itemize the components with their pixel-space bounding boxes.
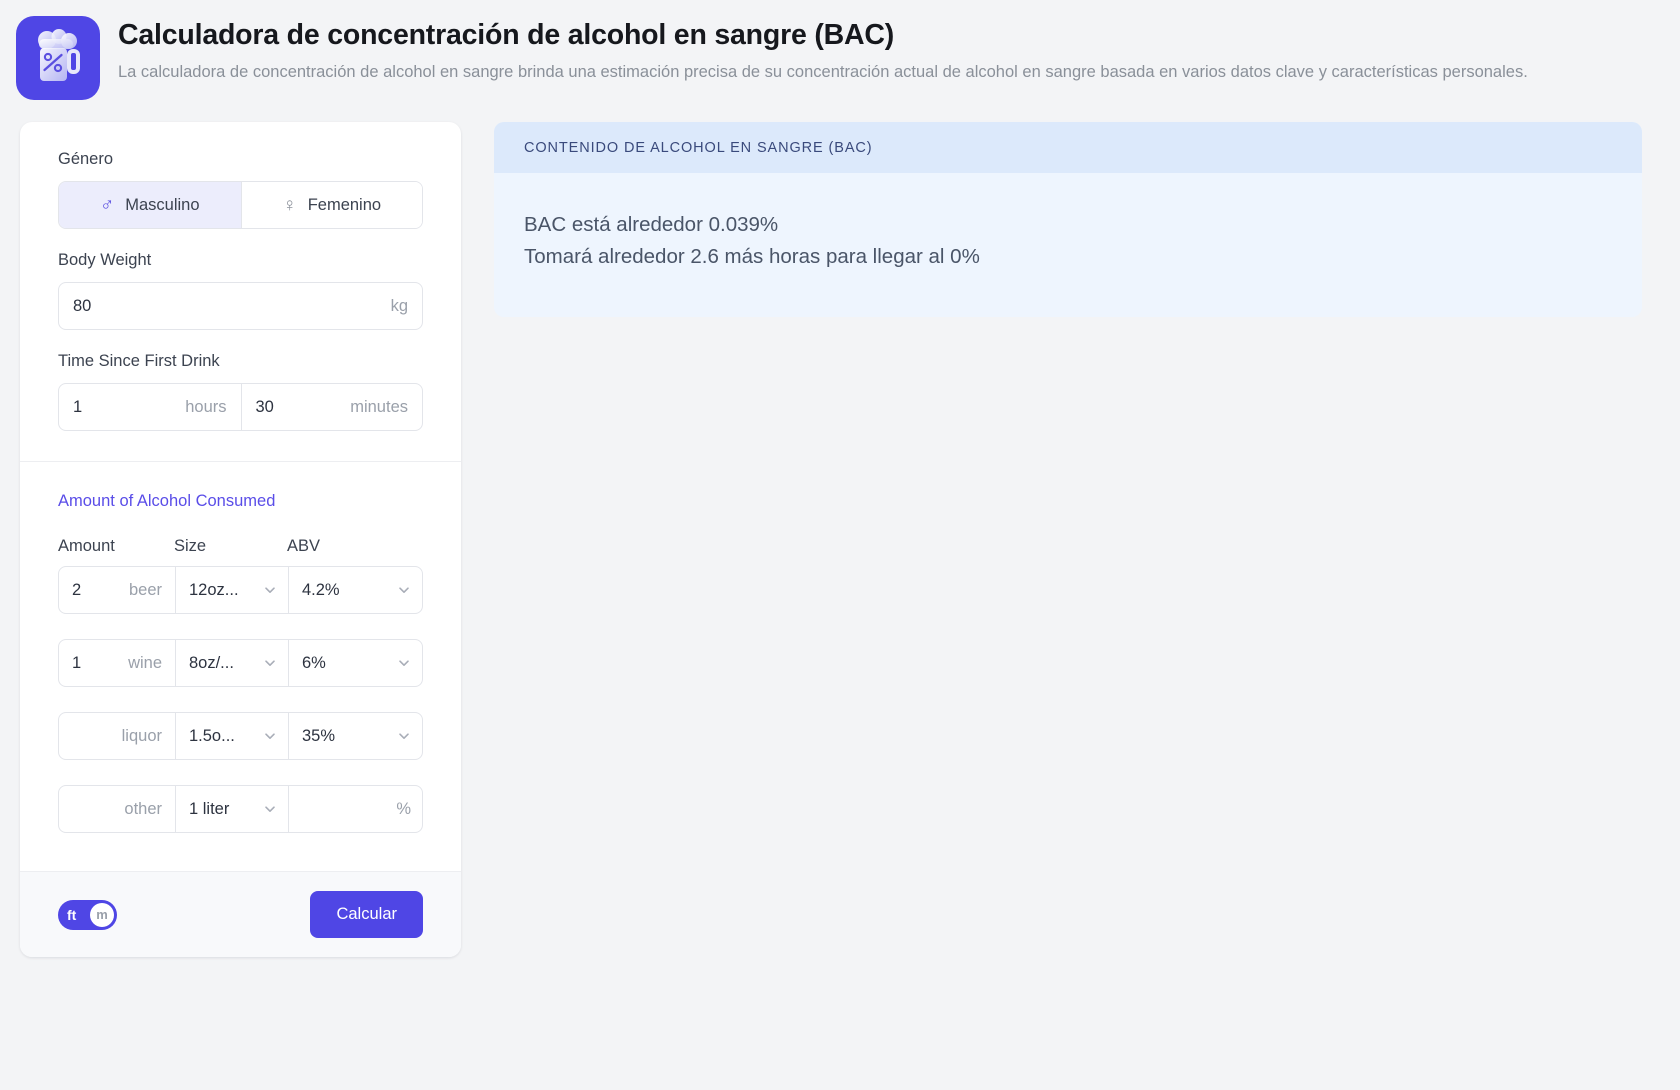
chevron-down-icon — [397, 656, 411, 670]
main-layout: Género ♂ Masculino ♀ Femenino Body Weigh… — [0, 100, 1680, 957]
body-weight-label: Body Weight — [58, 251, 152, 269]
drink-amount-input-wine[interactable] — [72, 653, 112, 673]
time-inputs-row: hours minutes — [58, 383, 423, 431]
drink-size-value-other: 1 liter — [189, 799, 230, 818]
personal-details-section: Género ♂ Masculino ♀ Femenino Body Weigh… — [20, 122, 461, 461]
time-since-first-drink-label: Time Since First Drink — [58, 352, 220, 370]
minutes-input[interactable] — [255, 397, 343, 417]
gender-option-female[interactable]: ♀ Femenino — [240, 182, 422, 228]
alcohol-consumed-section: Amount of Alcohol Consumed Amount Size A… — [20, 462, 461, 871]
drink-abv-select-beer[interactable]: 4.2% — [288, 567, 422, 613]
female-symbol-icon: ♀ — [282, 194, 297, 216]
chevron-down-icon — [263, 583, 277, 597]
result-panel-body: BAC está alrededor 0.039% Tomará alreded… — [494, 173, 1642, 317]
gender-label: Género — [58, 150, 114, 168]
hours-unit-label: hours — [185, 397, 227, 416]
unit-toggle-knob: m — [90, 902, 114, 927]
drink-abv-select-wine[interactable]: 6% — [288, 640, 422, 686]
chevron-down-icon — [263, 656, 277, 670]
minutes-unit-label: minutes — [350, 397, 408, 416]
drink-type-label-liquor: liquor — [121, 726, 162, 745]
drink-abv-input-other[interactable]: % — [288, 786, 422, 832]
chevron-down-icon — [263, 802, 277, 816]
hours-input[interactable] — [73, 397, 178, 417]
body-weight-field: Body Weight kg — [58, 251, 423, 330]
result-panel: CONTENIDO DE ALCOHOL EN SANGRE (BAC) BAC… — [494, 122, 1642, 317]
table-row: beer 12oz... 4.2% — [58, 566, 423, 614]
drink-type-label-beer: beer — [128, 580, 162, 599]
gender-field: Género ♂ Masculino ♀ Femenino — [58, 150, 423, 229]
unit-toggle-ft-label: ft — [67, 906, 77, 923]
drink-amount-cell-wine[interactable]: wine — [59, 640, 175, 686]
result-bac-line: BAC está alrededor 0.039% — [524, 213, 779, 236]
amount-of-alcohol-consumed-label[interactable]: Amount of Alcohol Consumed — [58, 492, 423, 511]
drink-amount-cell-beer[interactable]: beer — [59, 567, 175, 613]
hours-cell[interactable]: hours — [59, 384, 241, 430]
drink-size-value-liquor: 1.5o... — [189, 726, 235, 745]
time-since-first-drink-field: Time Since First Drink hours minutes — [58, 352, 423, 431]
result-panel-header: CONTENIDO DE ALCOHOL EN SANGRE (BAC) — [494, 122, 1642, 173]
male-symbol-icon: ♂ — [99, 194, 115, 216]
calculate-button[interactable]: Calcular — [310, 891, 423, 938]
page-header: Calculadora de concentración de alcohol … — [0, 0, 1680, 100]
drink-size-select-wine[interactable]: 8oz/... — [175, 640, 288, 686]
column-header-size: Size — [174, 537, 207, 555]
table-row: other 1 liter % — [58, 785, 423, 833]
drink-amount-input-beer[interactable] — [72, 580, 112, 600]
percent-suffix-label: % — [396, 799, 412, 818]
body-weight-unit: kg — [390, 296, 408, 315]
drink-size-value-beer: 12oz... — [189, 580, 239, 599]
body-weight-input-wrapper[interactable]: kg — [58, 282, 423, 330]
beer-mug-percent-icon — [16, 16, 100, 100]
column-header-abv: ABV — [287, 537, 321, 555]
drink-abv-value-liquor: 35% — [302, 726, 336, 745]
drink-amount-input-liquor[interactable] — [72, 726, 112, 746]
chevron-down-icon — [397, 583, 411, 597]
drink-size-value-wine: 8oz/... — [189, 653, 234, 672]
drink-abv-value-beer: 4.2% — [302, 580, 340, 599]
drink-size-select-beer[interactable]: 12oz... — [175, 567, 288, 613]
drink-type-label-wine: wine — [128, 653, 162, 672]
gender-segmented-control[interactable]: ♂ Masculino ♀ Femenino — [58, 181, 423, 229]
drink-type-label-other: other — [124, 799, 162, 818]
drink-size-select-liquor[interactable]: 1.5o... — [175, 713, 288, 759]
drink-size-select-other[interactable]: 1 liter — [175, 786, 288, 832]
gender-option-female-label: Femenino — [307, 195, 382, 214]
table-row: liquor 1.5o... 35% — [58, 712, 423, 760]
gender-option-male-label: Masculino — [125, 195, 200, 214]
table-row: wine 8oz/... 6% — [58, 639, 423, 687]
minutes-cell[interactable]: minutes — [240, 384, 423, 430]
card-footer: ft m Calcular — [20, 871, 461, 957]
drink-amount-cell-other[interactable]: other — [59, 786, 175, 832]
drink-abv-select-liquor[interactable]: 35% — [288, 713, 422, 759]
body-weight-input[interactable] — [73, 296, 383, 316]
drinks-table-header: Amount Size ABV — [58, 537, 423, 556]
drink-amount-cell-liquor[interactable]: liquor — [59, 713, 175, 759]
page-title: Calculadora de concentración de alcohol … — [118, 19, 895, 51]
unit-system-toggle[interactable]: ft m — [58, 899, 117, 930]
gender-option-male[interactable]: ♂ Masculino — [59, 182, 241, 228]
page-description: La calculadora de concentración de alcoh… — [118, 62, 1528, 81]
chevron-down-icon — [397, 729, 411, 743]
column-header-amount: Amount — [58, 537, 115, 555]
calculator-card: Género ♂ Masculino ♀ Femenino Body Weigh… — [20, 122, 461, 957]
drink-abv-value-wine: 6% — [302, 653, 326, 672]
result-time-line: Tomará alrededor 2.6 más horas para lleg… — [524, 244, 980, 268]
chevron-down-icon — [263, 729, 277, 743]
drink-amount-input-other[interactable] — [72, 799, 112, 819]
